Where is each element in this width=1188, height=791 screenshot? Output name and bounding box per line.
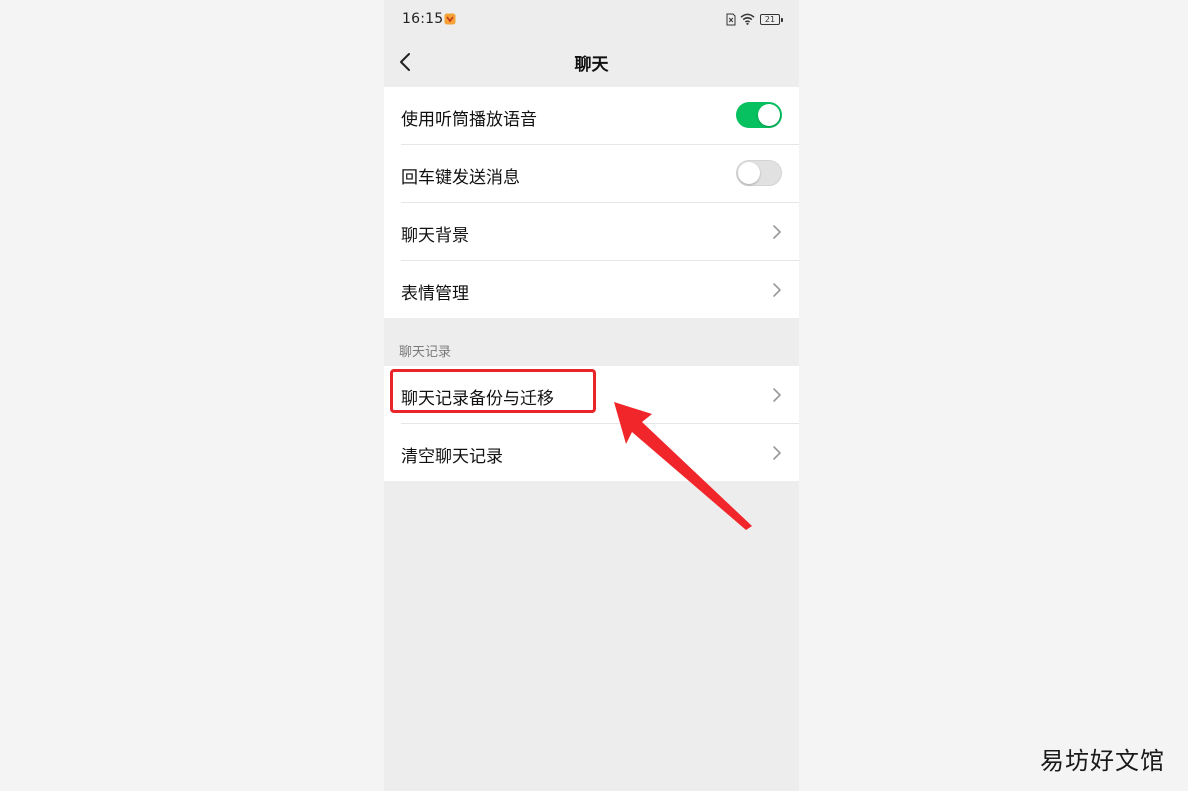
- setting-row-earpiece-voice[interactable]: 使用听筒播放语音: [384, 87, 799, 145]
- wifi-icon: [740, 13, 755, 25]
- status-time: 16:15: [402, 11, 444, 27]
- setting-label: 回车键发送消息: [401, 168, 520, 188]
- chevron-right-icon: [773, 388, 781, 402]
- setting-row-enter-send[interactable]: 回车键发送消息: [384, 145, 799, 203]
- battery-icon: 21: [760, 14, 783, 25]
- chat-settings-group: 使用听筒播放语音 回车键发送消息 聊天背景 表情管理: [384, 87, 799, 318]
- setting-label: 聊天背景: [401, 226, 469, 246]
- toggle-knob: [758, 104, 780, 126]
- status-bar: 16:15 21: [384, 0, 799, 40]
- earpiece-voice-toggle[interactable]: [736, 102, 782, 128]
- setting-label: 使用听筒播放语音: [401, 110, 537, 130]
- setting-label: 表情管理: [401, 284, 469, 304]
- annotation-highlight-box: [390, 369, 596, 413]
- annotation-arrow-icon: [614, 402, 752, 530]
- app-notification-icon: [444, 13, 456, 25]
- enter-send-toggle[interactable]: [736, 160, 782, 186]
- setting-row-sticker-management[interactable]: 表情管理: [384, 261, 799, 319]
- watermark-text: 易坊好文馆: [1040, 747, 1165, 775]
- navigation-bar: 聊天: [384, 40, 799, 86]
- chevron-right-icon: [773, 283, 781, 297]
- section-header-chat-history: 聊天记录: [399, 345, 452, 360]
- toggle-knob: [738, 162, 760, 184]
- sim-icon: [726, 13, 736, 26]
- chevron-right-icon: [773, 225, 781, 239]
- chevron-right-icon: [773, 446, 781, 460]
- setting-row-chat-background[interactable]: 聊天背景: [384, 203, 799, 261]
- page-title: 聊天: [574, 55, 609, 75]
- setting-label: 清空聊天记录: [401, 447, 503, 467]
